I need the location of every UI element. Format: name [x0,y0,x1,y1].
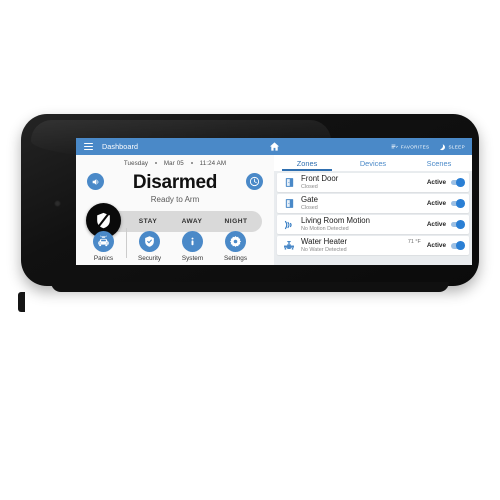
table-row[interactable]: Front Door Closed Active [277,173,469,193]
arming-status-row: Disarmed [76,167,274,196]
home-icon[interactable] [267,140,281,154]
police-car-icon [93,231,114,252]
zone-toggle[interactable] [451,241,465,251]
nav-label-security: Security [137,255,162,262]
nav-label-settings: Settings [223,255,248,262]
zone-toggle[interactable] [451,220,465,229]
zone-text: Living Room Motion No Motion Detected [301,215,427,233]
tab-devices[interactable]: Devices [340,155,406,171]
nav-item-panics[interactable]: Panics [82,231,125,262]
tablet-base [51,282,449,292]
temperature-reading: 71 °F [407,239,421,246]
tablet-device: Dashboard FAVORITES SLEEP Tuesday Mar 05… [18,114,479,312]
bottom-navigation: Panics Security System Settings [76,228,274,262]
zone-name: Water Heater [301,237,348,246]
hamburger-icon[interactable] [84,143,93,150]
time-label: 11:24 AM [199,160,227,167]
info-icon [182,231,203,252]
arm-away-button[interactable]: AWAY [170,218,214,225]
zone-name: Living Room Motion [301,215,370,225]
nav-label-system: System [181,255,204,262]
arm-stay-button[interactable]: STAY [126,218,170,225]
nav-label-panics: Panics [93,255,114,262]
door-icon [282,176,296,190]
date-label: Mar 05 [163,160,184,167]
front-camera-icon [54,200,61,207]
datetime-row: Tuesday Mar 05 11:24 AM [76,155,274,167]
touchscreen-display: Dashboard FAVORITES SLEEP Tuesday Mar 05… [76,138,472,265]
motion-sensor-icon [282,218,296,232]
favorites-list-icon [391,144,398,148]
power-button[interactable] [18,292,25,312]
alarm-status: Disarmed [132,172,218,193]
gear-icon [225,231,246,252]
nav-divider [126,228,127,258]
speaker-icon[interactable] [87,173,104,190]
zone-list: Front Door Closed Active Gate Closed Act… [274,171,472,265]
nav-item-security[interactable]: Security [128,231,171,262]
shield-check-icon [139,231,160,252]
zone-text: Gate Closed [301,194,427,212]
sleep-label: SLEEP [448,144,465,149]
zone-toggle[interactable] [451,178,465,187]
arm-mode-options: STAY AWAY NIGHT [126,218,262,225]
status-badge: Active [426,221,446,229]
water-valve-icon [282,239,296,253]
status-badge: Active [426,200,446,208]
status-badge: Active [426,179,446,187]
screenshot-canvas: Dashboard FAVORITES SLEEP Tuesday Mar 05… [0,0,500,500]
zone-status: No Water Detected [301,247,347,254]
zone-name: Front Door [301,173,339,183]
zone-name: Gate [301,194,318,204]
app-bar: Dashboard FAVORITES SLEEP [76,138,472,155]
favorites-label: FAVORITES [400,144,430,149]
separator-dot [190,161,193,164]
list-filler [277,257,469,265]
zone-text: Front Door Closed [301,173,427,191]
day-label: Tuesday [123,160,149,167]
arm-night-button[interactable]: NIGHT [214,218,258,225]
table-row[interactable]: Water Heater No Water Detected 71 °F Act… [277,236,469,256]
zone-status: No Motion Detected [301,226,349,233]
app-bar-actions: FAVORITES SLEEP [391,143,465,150]
zone-status: Closed [301,204,318,211]
nav-item-system[interactable]: System [171,231,214,262]
zone-controls: Active [426,241,465,251]
favorites-button[interactable]: FAVORITES [391,143,430,150]
clock-icon[interactable] [246,173,263,190]
page-title: Dashboard [102,142,139,151]
nav-item-settings[interactable]: Settings [214,231,257,262]
door-icon [282,197,296,211]
security-panel: Tuesday Mar 05 11:24 AM Disarmed Ready t… [76,155,274,265]
dashboard-body: Tuesday Mar 05 11:24 AM Disarmed Ready t… [76,155,472,265]
tab-scenes[interactable]: Scenes [406,155,472,171]
tab-zones[interactable]: Zones [274,155,340,171]
zone-controls: Active [426,178,465,187]
zone-toggle[interactable] [451,199,465,208]
table-row[interactable]: Living Room Motion No Motion Detected Ac… [277,215,469,235]
separator-dot [154,161,158,164]
zone-controls: Active [426,220,465,229]
moon-icon [440,143,446,150]
sleep-button[interactable]: SLEEP [438,143,465,150]
status-badge: Active [426,242,446,250]
zone-status: Closed [301,183,318,190]
zones-panel: Zones Devices Scenes Front Door Closed A… [274,155,472,265]
table-row[interactable]: Gate Closed Active [277,194,469,214]
tab-bar: Zones Devices Scenes [274,155,472,171]
zone-text: Water Heater No Water Detected [301,237,408,254]
zone-controls: Active [426,199,465,208]
